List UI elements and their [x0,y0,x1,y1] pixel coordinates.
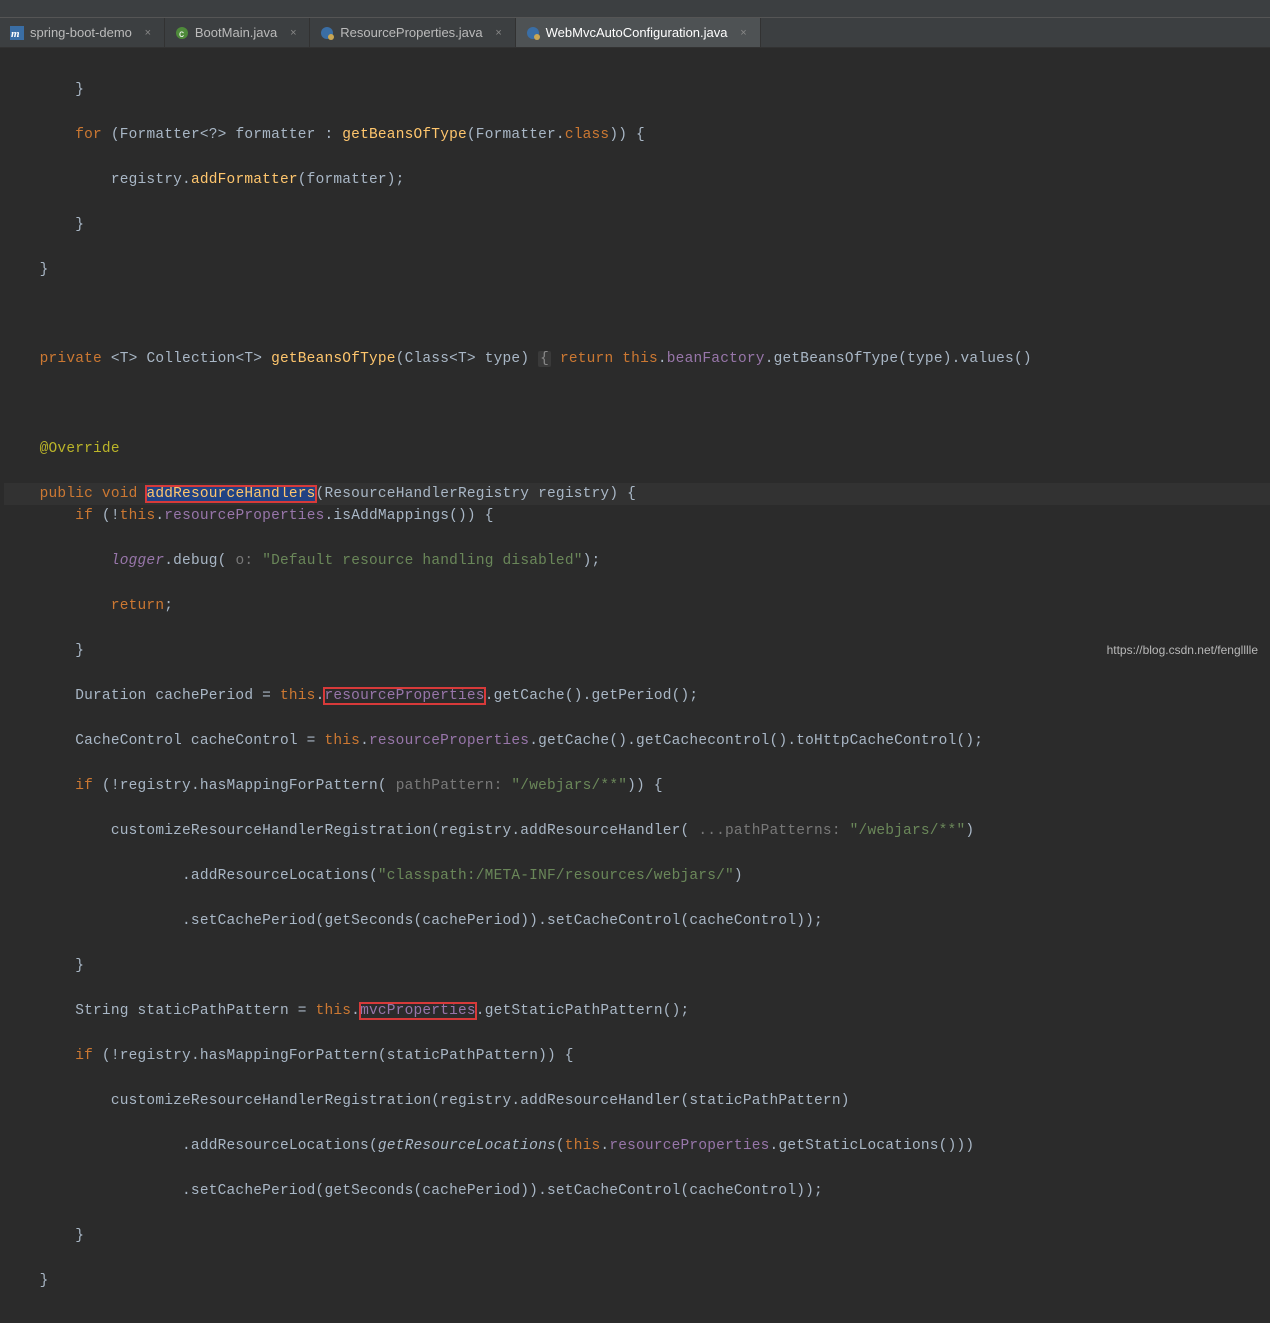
tab-label: WebMvcAutoConfiguration.java [546,25,728,40]
code-text: } [4,82,84,98]
java-lib-icon [526,26,540,40]
editor-tabs: m spring-boot-demo × c BootMain.java × R… [0,18,1270,48]
tab-spring-boot-demo[interactable]: m spring-boot-demo × [0,18,165,47]
close-icon[interactable]: × [493,27,505,39]
highlighted-field-mvcproperties: mvcProperties [360,1003,476,1019]
highlighted-method-addresourcehandlers: addResourceHandlers [146,486,315,502]
code-editor[interactable]: } for (Formatter<?> formatter : getBeans… [0,48,1270,1323]
tab-resourceproperties[interactable]: ResourceProperties.java × [310,18,515,47]
java-class-icon: c [175,26,189,40]
close-icon[interactable]: × [142,27,154,39]
highlighted-field-resourceproperties: resourceProperties [324,688,484,704]
watermark: https://blog.csdn.net/fenglllle [1107,643,1258,657]
param-hint: pathPattern: [396,778,512,794]
svg-text:c: c [179,29,184,40]
close-icon[interactable]: × [287,27,299,39]
breadcrumb [0,0,1270,18]
java-lib-icon [320,26,334,40]
maven-icon: m [10,26,24,40]
close-icon[interactable]: × [738,27,750,39]
svg-text:m: m [11,28,20,40]
tab-label: BootMain.java [195,25,277,40]
tab-bootmain[interactable]: c BootMain.java × [165,18,310,47]
param-hint: o: [235,553,262,569]
code-fold-icon[interactable]: { [538,351,551,367]
tab-webmvcautoconfiguration[interactable]: WebMvcAutoConfiguration.java × [516,18,761,47]
tab-label: ResourceProperties.java [340,25,482,40]
tab-label: spring-boot-demo [30,25,132,40]
param-hint: ...pathPatterns: [698,823,849,839]
